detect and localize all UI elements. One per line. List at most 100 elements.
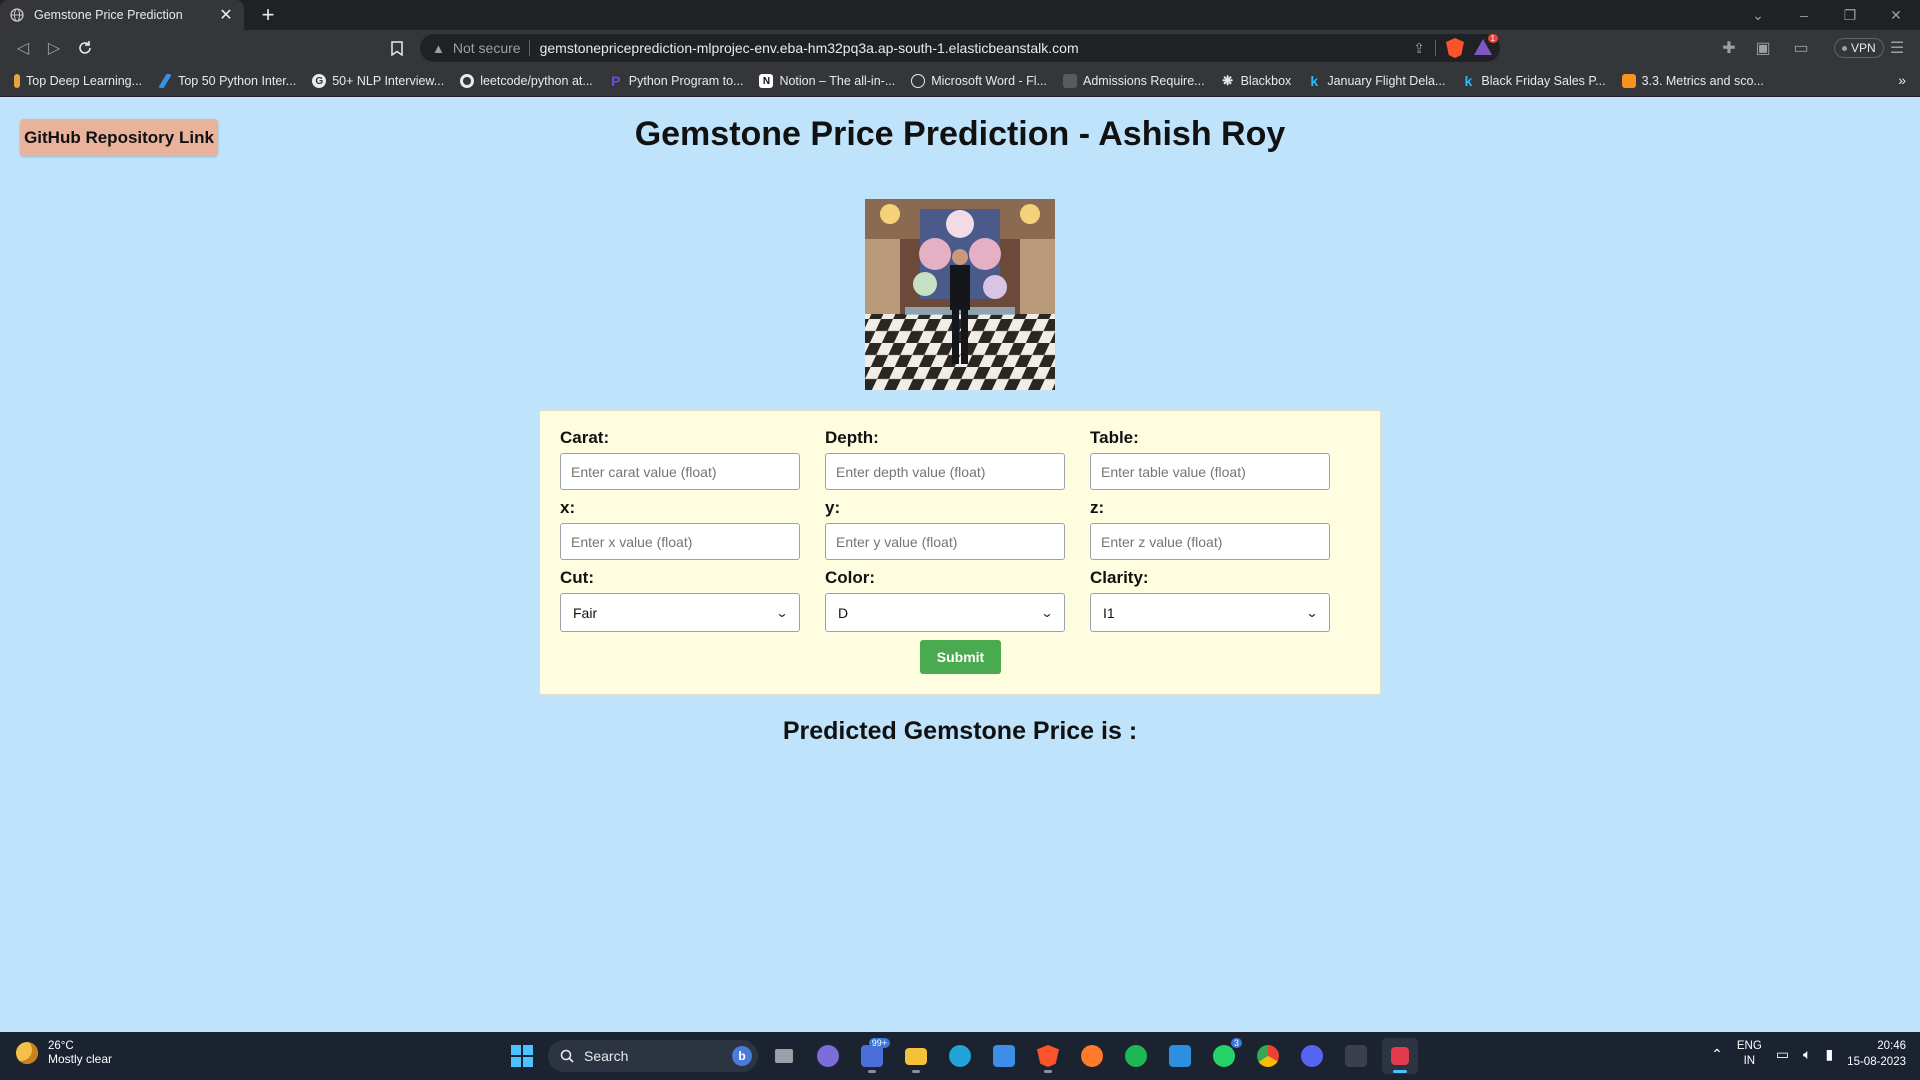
globe-icon — [911, 74, 926, 88]
moon-icon — [16, 1042, 38, 1064]
discord-app[interactable] — [1294, 1038, 1330, 1074]
wallet-icon[interactable]: ▭ — [1790, 37, 1812, 59]
window-close-button[interactable]: ✕ — [1882, 0, 1910, 30]
volume-icon[interactable]: 🔈︎ — [1803, 1046, 1811, 1063]
weather-widget[interactable]: 26°C Mostly clear — [16, 1040, 112, 1066]
brave-shields-icon[interactable] — [1446, 38, 1464, 58]
tab-title: Gemstone Price Prediction — [34, 8, 183, 22]
close-tab-icon[interactable]: ✕ — [218, 5, 234, 25]
bookmark-item[interactable]: G 50+ NLP Interview... — [312, 74, 444, 88]
url-text[interactable]: gemstonepriceprediction-mlprojec-env.eba… — [540, 40, 1079, 56]
whatsapp-app[interactable]: 3 — [1206, 1038, 1242, 1074]
cut-select[interactable]: Fair ⌄ — [560, 593, 800, 632]
bookmark-item[interactable]: Admissions Require... — [1063, 74, 1205, 88]
terminal-app[interactable] — [1338, 1038, 1374, 1074]
taskbar-search[interactable]: Search b — [548, 1040, 758, 1072]
bookmark-item[interactable]: P Python Program to... — [609, 73, 743, 89]
new-tab-button[interactable]: + — [256, 3, 280, 27]
spotify-icon — [1125, 1045, 1147, 1067]
bookmark-label: Microsoft Word - Fl... — [931, 74, 1047, 88]
teams-app[interactable]: 99+ — [854, 1038, 890, 1074]
bookmark-favicon — [1621, 74, 1636, 88]
bookmark-item[interactable]: Top Deep Learning... — [14, 74, 142, 88]
store-icon — [993, 1045, 1015, 1067]
clarity-select[interactable]: I1 ⌄ — [1090, 593, 1330, 632]
prediction-form: Carat: Depth: Table: x: y: z: Cut: Color… — [539, 410, 1381, 695]
vscode-app[interactable] — [1162, 1038, 1198, 1074]
discord-icon — [1301, 1045, 1323, 1067]
spotify-app[interactable] — [1118, 1038, 1154, 1074]
clarity-select-value: I1 — [1103, 604, 1115, 621]
bookmark-item[interactable]: k Black Friday Sales P... — [1461, 73, 1606, 89]
bookmark-label: Top Deep Learning... — [26, 74, 143, 88]
color-label: Color: — [825, 568, 876, 587]
chat-app[interactable] — [810, 1038, 846, 1074]
bookmark-item[interactable]: Top 50 Python Inter... — [158, 74, 296, 88]
snipping-tool-app[interactable] — [1382, 1038, 1418, 1074]
cut-label: Cut: — [560, 568, 594, 587]
brave-icon — [1037, 1045, 1059, 1067]
z-input[interactable] — [1090, 523, 1330, 560]
teams-icon — [861, 1045, 883, 1067]
edge-icon — [949, 1045, 971, 1067]
kaggle-icon: k — [1464, 73, 1473, 89]
color-select[interactable]: D ⌄ — [825, 593, 1065, 632]
weather-condition: Mostly clear — [48, 1052, 113, 1066]
brave-app[interactable] — [1030, 1038, 1066, 1074]
task-view-icon — [775, 1049, 793, 1063]
forward-icon[interactable]: ▷ — [43, 37, 65, 59]
running-indicator — [1044, 1070, 1052, 1073]
vpn-button[interactable]: VPN — [1834, 38, 1884, 58]
bookmark-item[interactable]: k January Flight Dela... — [1307, 73, 1445, 89]
restore-button[interactable]: ❐ — [1836, 0, 1864, 30]
bookmark-icon[interactable] — [386, 37, 408, 59]
carat-input[interactable] — [560, 453, 800, 490]
chevron-up-icon[interactable]: ⌃ — [1711, 1046, 1723, 1063]
bookmark-item[interactable]: leetcode/python at... — [460, 74, 593, 88]
start-button[interactable] — [504, 1038, 540, 1074]
bookmark-label: Admissions Require... — [1083, 74, 1205, 88]
language-indicator[interactable]: ENG IN — [1737, 1039, 1762, 1069]
browser-tab[interactable]: Gemstone Price Prediction ✕ — [0, 0, 244, 30]
chrome-app[interactable] — [1250, 1038, 1286, 1074]
menu-icon[interactable]: ☰ — [1886, 37, 1908, 59]
bookmark-label: 50+ NLP Interview... — [332, 74, 445, 88]
color-select-value: D — [838, 604, 849, 621]
table-input[interactable] — [1090, 453, 1330, 490]
bookmark-favicon — [158, 74, 173, 88]
bookmark-item[interactable]: 3.3. Metrics and sco... — [1621, 74, 1764, 88]
y-input[interactable] — [825, 523, 1065, 560]
z-label: z: — [1090, 498, 1105, 517]
extensions-icon[interactable]: ✚ — [1718, 37, 1740, 59]
file-explorer-app[interactable] — [898, 1038, 934, 1074]
submit-button[interactable]: Submit — [920, 640, 1001, 674]
chevron-down-icon: ⌄ — [775, 605, 789, 620]
terminal-icon — [1345, 1045, 1367, 1067]
bookmark-item[interactable]: ❋ Blackbox — [1221, 73, 1291, 88]
bookmark-favicon: ❋ — [1222, 73, 1234, 88]
more-bookmarks-icon[interactable]: » — [1898, 72, 1906, 88]
task-view-button[interactable] — [766, 1038, 802, 1074]
store-app[interactable] — [986, 1038, 1022, 1074]
bookmark-item[interactable]: Microsoft Word - Fl... — [911, 74, 1047, 88]
firefox-app[interactable] — [1074, 1038, 1110, 1074]
network-icon[interactable]: ▭ — [1776, 1046, 1789, 1063]
clock[interactable]: 20:46 15-08-2023 — [1847, 1038, 1906, 1070]
battery-icon[interactable]: ▮ — [1825, 1046, 1833, 1063]
tab-search-icon[interactable]: ⌄ — [1744, 0, 1772, 30]
minimize-button[interactable]: – — [1790, 0, 1818, 30]
depth-input[interactable] — [825, 453, 1065, 490]
x-input[interactable] — [560, 523, 800, 560]
back-icon[interactable]: ◁ — [12, 37, 34, 59]
share-icon[interactable]: ⇪ — [1413, 40, 1425, 57]
teams-badge: 99+ — [868, 1038, 890, 1048]
bookmark-item[interactable]: N Notion – The all-in-... — [759, 74, 895, 88]
snipping-icon — [1391, 1047, 1409, 1065]
brave-rewards-icon[interactable]: 1 — [1474, 34, 1498, 57]
address-bar[interactable]: ▲ Not secure gemstonepriceprediction-mlp… — [420, 34, 1500, 62]
running-indicator — [1393, 1070, 1407, 1073]
edge-app[interactable] — [942, 1038, 978, 1074]
warning-icon: ▲ — [432, 40, 445, 56]
reload-icon[interactable] — [74, 37, 96, 59]
sidebar-icon[interactable]: ▣ — [1752, 37, 1774, 59]
